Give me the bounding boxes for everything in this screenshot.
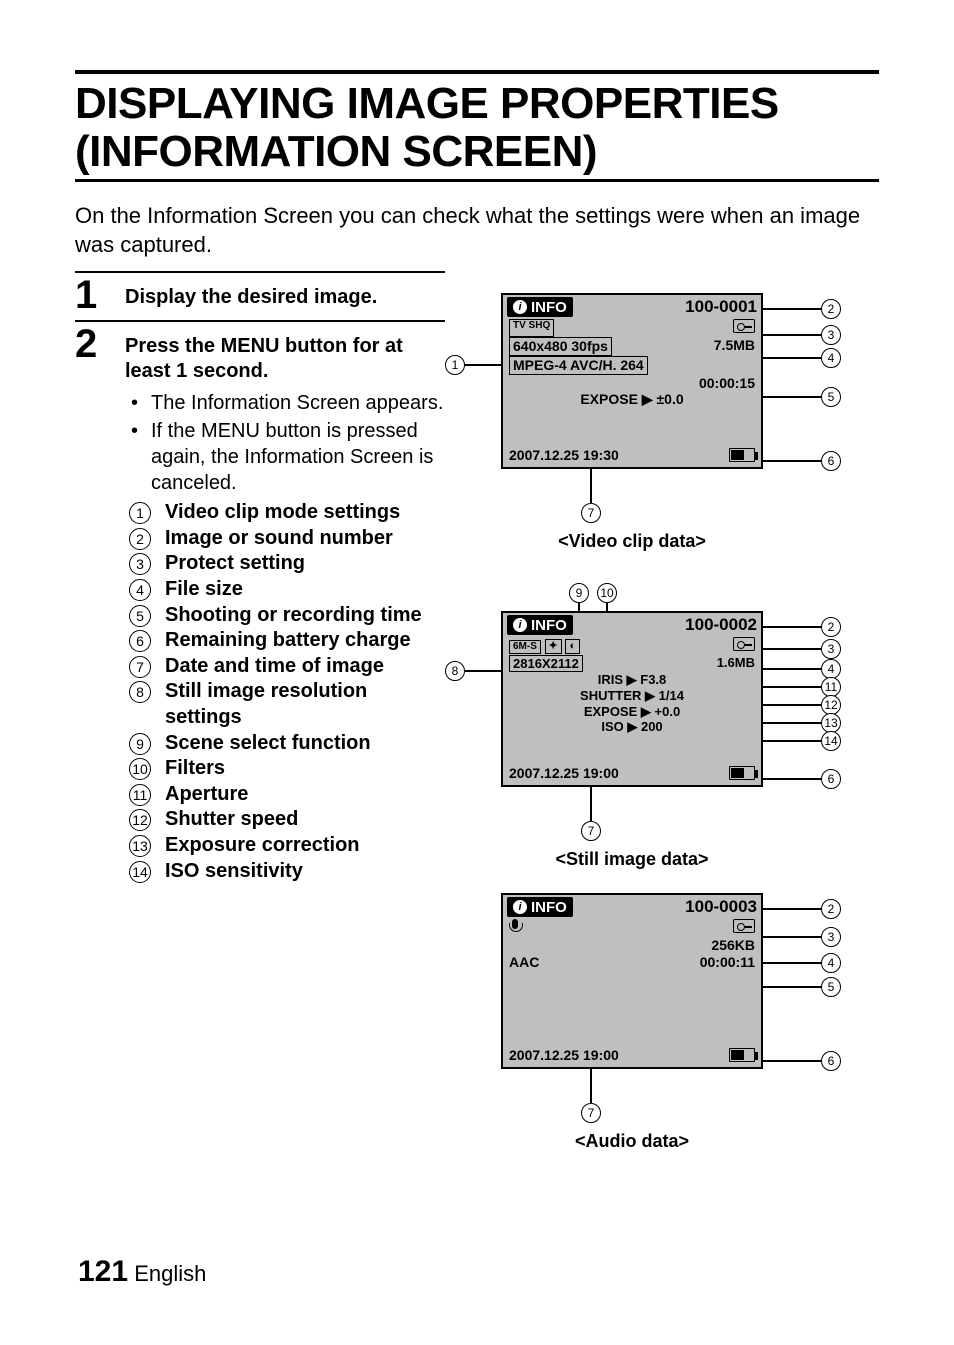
legend-num: 10 — [129, 758, 151, 780]
image-number: 100-0002 — [685, 615, 757, 635]
iris-label: IRIS — [598, 672, 623, 687]
step-1: 1 Display the desired image. — [75, 271, 445, 310]
battery-icon — [729, 448, 755, 462]
legend-item: 7Date and time of image — [125, 654, 445, 680]
page-title: DISPLAYING IMAGE PROPERTIES (INFORMATION… — [75, 70, 879, 182]
legend-item: 1Video clip mode settings — [125, 500, 445, 526]
legend-num: 5 — [129, 605, 151, 627]
step-2-heading: Press the MENU button for at least 1 sec… — [125, 334, 445, 384]
diagram-still: 9 10 iINFO 100-0002 6M-S ✦ ◐ — [445, 583, 875, 883]
step-1-number: 1 — [75, 273, 97, 318]
legend-num: 1 — [129, 502, 151, 524]
legend-num: 7 — [129, 656, 151, 678]
mode-badge: TV SHQ — [509, 319, 554, 337]
res-badge: 6M-S — [509, 640, 541, 654]
caption-still: <Still image data> — [501, 849, 763, 870]
info-badge: iINFO — [507, 897, 573, 917]
datetime: 2007.12.25 19:00 — [509, 1047, 619, 1063]
expose-label: EXPOSE — [584, 704, 637, 719]
file-size: 1.6MB — [717, 655, 755, 673]
legend-item: 3Protect setting — [125, 551, 445, 577]
microphone-icon — [509, 919, 521, 935]
bullet-item: If the MENU button is pressed again, the… — [125, 418, 445, 496]
left-column: 1 Display the desired image. 2 Press the… — [75, 271, 445, 894]
legend-num: 13 — [129, 835, 151, 857]
legend-num: 9 — [129, 733, 151, 755]
protect-icon — [733, 919, 755, 933]
battery-icon — [729, 1048, 755, 1062]
iso-value: 200 — [641, 719, 663, 734]
expose-value: +0.0 — [655, 704, 681, 719]
legend-num: 8 — [129, 681, 151, 703]
diagram-audio: iINFO 100-0003 256KB AAC 00:00:11 2007.12… — [445, 893, 875, 1173]
legend-num: 2 — [129, 528, 151, 550]
datetime: 2007.12.25 19:30 — [509, 447, 619, 463]
iris-value: F3.8 — [640, 672, 666, 687]
info-icon: i — [513, 300, 527, 314]
legend-item: 5Shooting or recording time — [125, 603, 445, 629]
file-size: 256KB — [711, 937, 755, 954]
step-2: 2 Press the MENU button for at least 1 s… — [75, 320, 445, 884]
step-2-number: 2 — [75, 322, 97, 367]
legend-item: 12Shutter speed — [125, 807, 445, 833]
legend-item: 11Aperture — [125, 782, 445, 808]
legend-list: 1Video clip mode settings 2Image or soun… — [125, 500, 445, 884]
legend-num: 3 — [129, 553, 151, 575]
video-resolution: 640x480 30fps — [509, 337, 612, 356]
caption-audio: <Audio data> — [501, 1131, 763, 1152]
shutter-value: 1/14 — [659, 688, 684, 703]
diagram-video: iINFO 100-0001 TV SHQ 640x480 30fps 7.5MB… — [445, 293, 875, 573]
caption-video: <Video clip data> — [501, 531, 763, 552]
legend-num: 11 — [129, 784, 151, 806]
legend-item: 9Scene select function — [125, 731, 445, 757]
battery-icon — [729, 766, 755, 780]
expose-label: EXPOSE — [580, 391, 638, 407]
legend-item: 14ISO sensitivity — [125, 859, 445, 885]
file-size: 7.5MB — [714, 337, 755, 356]
legend-item: 4File size — [125, 577, 445, 603]
info-badge: iINFO — [507, 297, 573, 317]
image-number: 100-0003 — [685, 897, 757, 917]
page-number: 121 — [78, 1255, 128, 1288]
right-column: iINFO 100-0001 TV SHQ 640x480 30fps 7.5MB… — [445, 293, 875, 1183]
protect-icon — [733, 319, 755, 333]
video-codec: MPEG-4 AVC/H. 264 — [509, 356, 648, 375]
recording-time: 00:00:15 — [699, 375, 755, 392]
audio-codec: AAC — [509, 954, 539, 971]
page-language: English — [134, 1261, 206, 1286]
shutter-label: SHUTTER — [580, 688, 641, 703]
legend-num: 14 — [129, 861, 151, 883]
page-footer: 121 English — [78, 1255, 206, 1289]
datetime: 2007.12.25 19:00 — [509, 765, 619, 781]
legend-item: 2Image or sound number — [125, 526, 445, 552]
title-line2: (INFORMATION SCREEN) — [75, 127, 597, 176]
legend-item: 10Filters — [125, 756, 445, 782]
protect-icon — [733, 637, 755, 651]
filter-icon: ◐ — [565, 639, 580, 654]
info-screen-video: iINFO 100-0001 TV SHQ 640x480 30fps 7.5MB… — [501, 293, 763, 469]
legend-num: 6 — [129, 630, 151, 652]
legend-num: 12 — [129, 809, 151, 831]
info-icon: i — [513, 618, 527, 632]
info-screen-audio: iINFO 100-0003 256KB AAC 00:00:11 2007.12… — [501, 893, 763, 1069]
step-1-heading: Display the desired image. — [125, 285, 445, 310]
iso-label: ISO — [601, 719, 623, 734]
still-resolution: 2816X2112 — [509, 655, 583, 673]
image-number: 100-0001 — [685, 297, 757, 317]
recording-time: 00:00:11 — [700, 954, 755, 971]
legend-item: 13Exposure correction — [125, 833, 445, 859]
info-badge: iINFO — [507, 615, 573, 635]
bullet-item: The Information Screen appears. — [125, 390, 445, 416]
legend-item: 6Remaining battery charge — [125, 628, 445, 654]
title-line1: DISPLAYING IMAGE PROPERTIES — [75, 79, 779, 128]
legend-item: 8Still image resolution settings — [125, 679, 445, 730]
info-screen-still: iINFO 100-0002 6M-S ✦ ◐ 2816X2112 1.6MB I… — [501, 611, 763, 787]
legend-num: 4 — [129, 579, 151, 601]
expose-value: ±0.0 — [656, 391, 683, 407]
scene-select-icon: ✦ — [545, 639, 562, 654]
info-icon: i — [513, 900, 527, 914]
intro-text: On the Information Screen you can check … — [75, 202, 879, 259]
step-2-bullets: The Information Screen appears. If the M… — [125, 390, 445, 496]
